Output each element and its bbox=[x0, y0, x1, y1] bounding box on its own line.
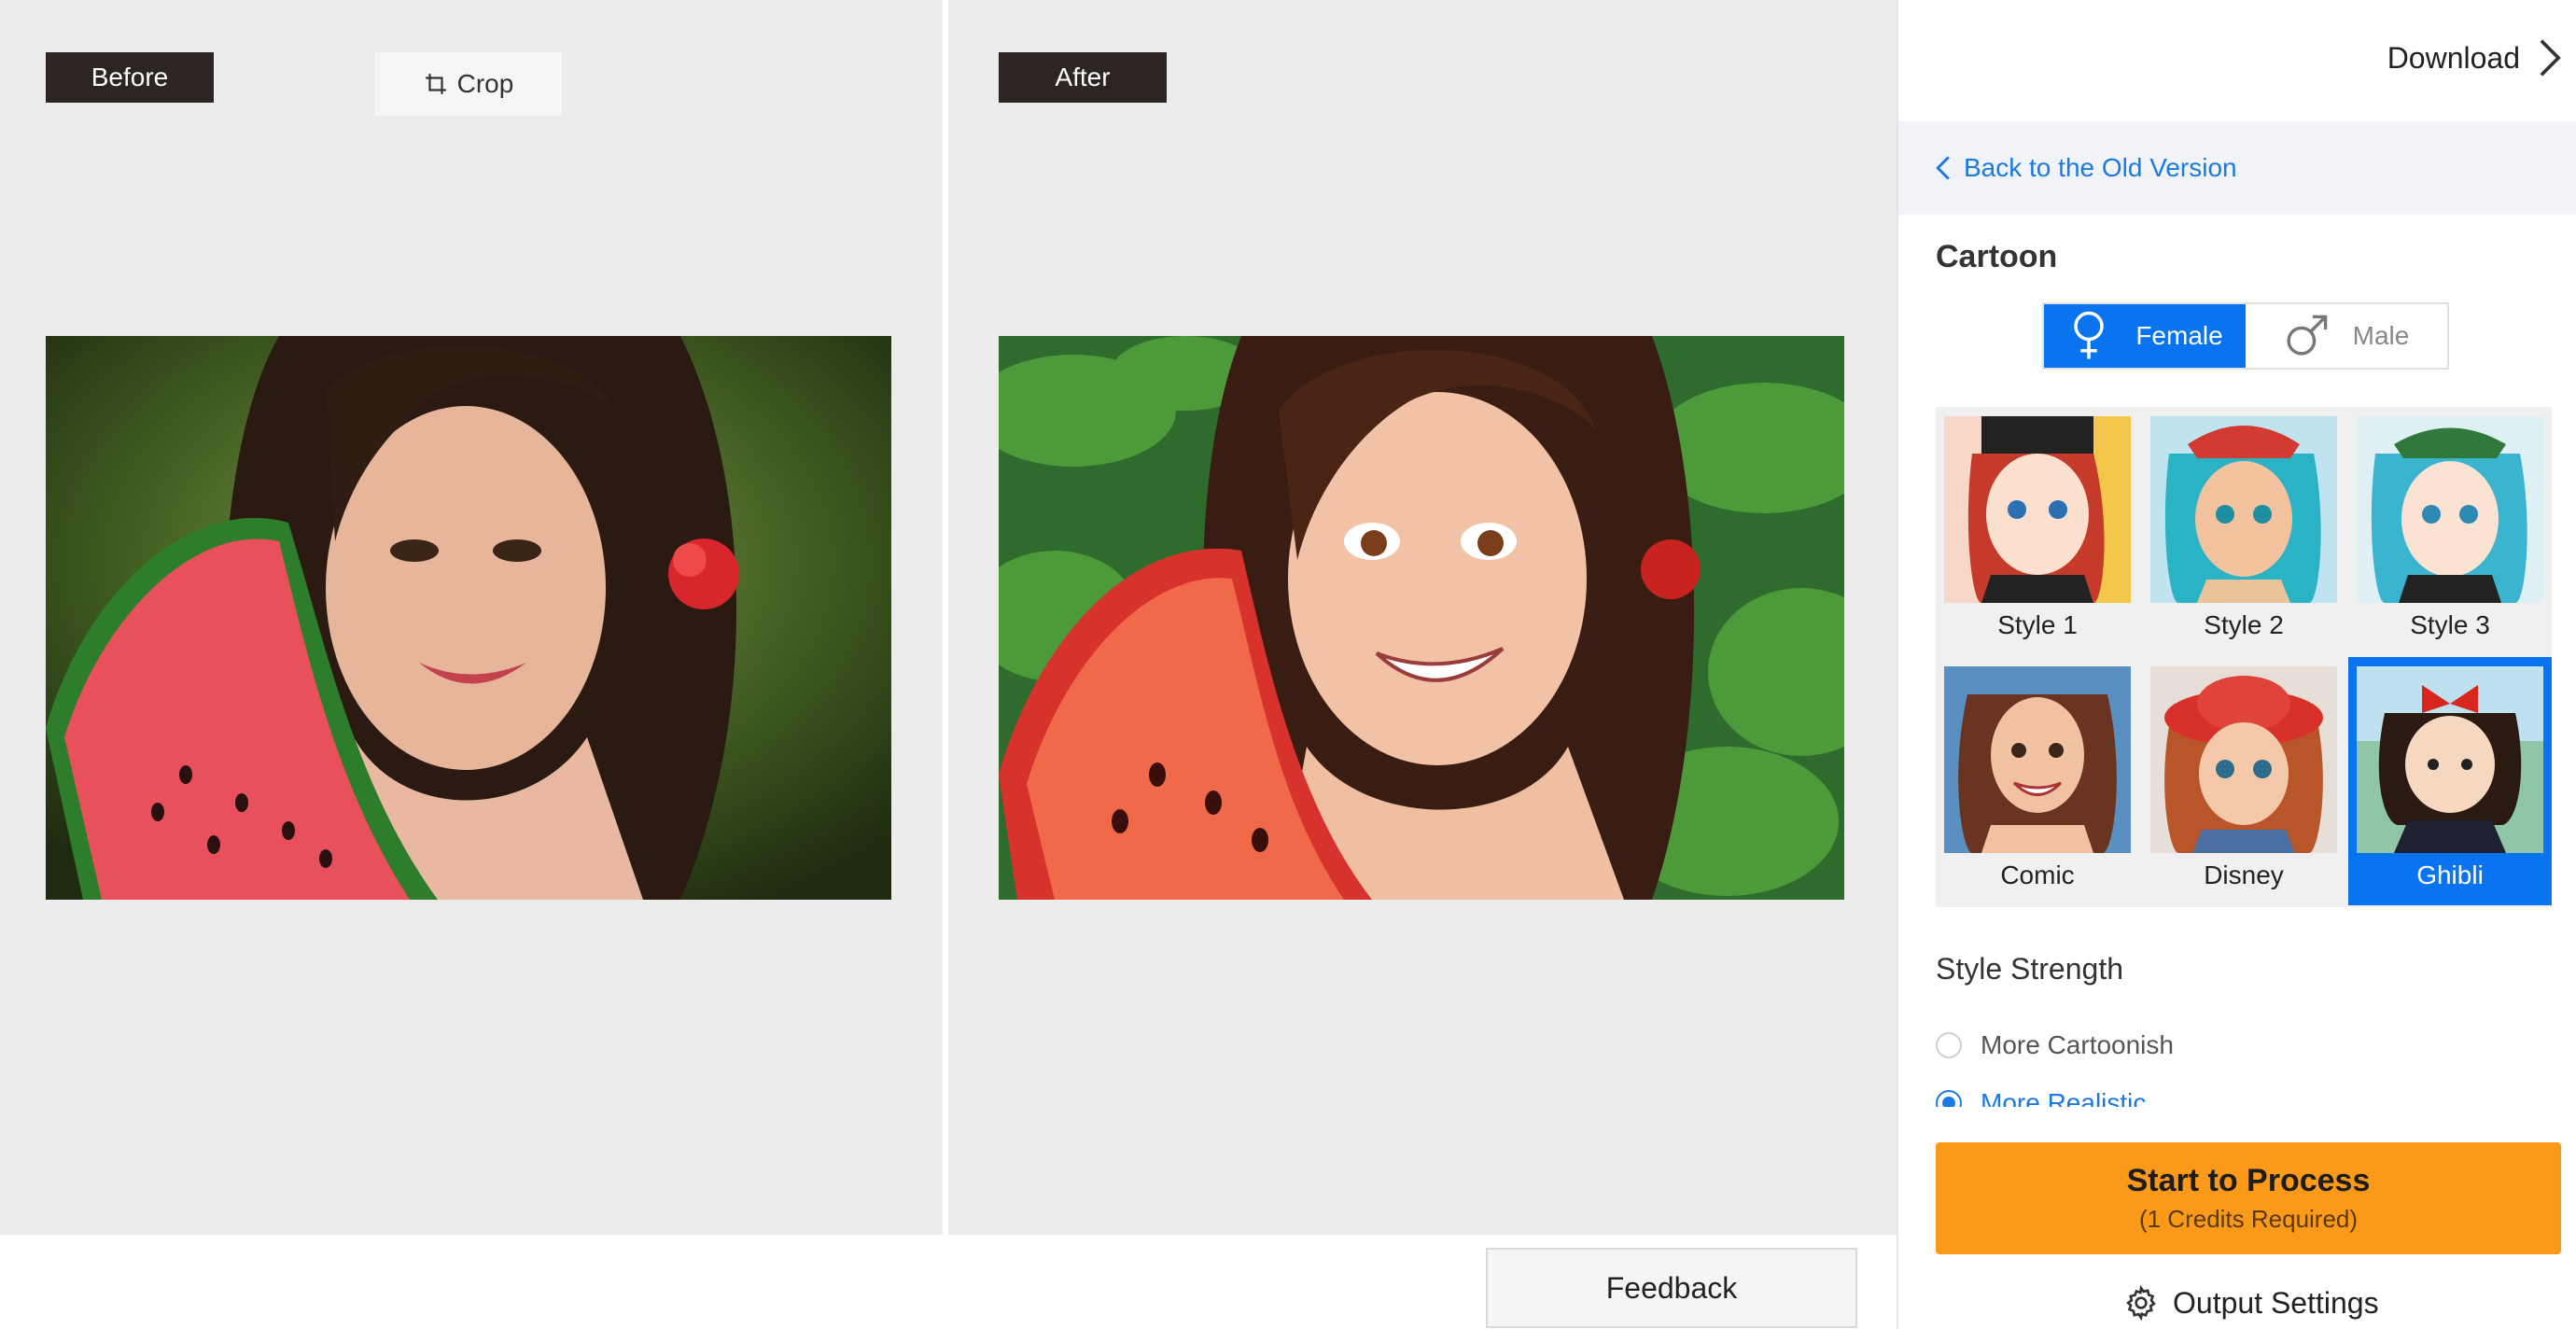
gear-icon bbox=[2126, 1284, 2156, 1322]
disney-label: Disney bbox=[2204, 860, 2284, 889]
style-card-style-3[interactable]: Style 3 bbox=[2348, 407, 2552, 655]
disney-thumbnail bbox=[2150, 666, 2337, 853]
style-card-comic[interactable]: Comic bbox=[1936, 657, 2139, 905]
back-to-old-version-link[interactable]: Back to the Old Version bbox=[1898, 121, 2576, 215]
style-grid: Style 1 Style 2 Style 3 Comic Disney Ghi… bbox=[1936, 407, 2552, 907]
back-label: Back to the Old Version bbox=[1964, 153, 2237, 182]
output-settings-button[interactable]: Output Settings bbox=[2122, 1284, 2379, 1322]
gender-male-option[interactable]: Male bbox=[2246, 304, 2447, 368]
radio-dot bbox=[1936, 1090, 1962, 1107]
style-3-label: Style 3 bbox=[2410, 610, 2490, 639]
ghibli-thumbnail bbox=[2357, 666, 2543, 853]
feedback-button[interactable]: Feedback bbox=[1486, 1248, 1857, 1328]
result-photo bbox=[999, 336, 1844, 900]
female-label: Female bbox=[2135, 321, 2223, 350]
female-icon bbox=[2074, 311, 2105, 359]
radio-dot bbox=[1936, 1032, 1962, 1058]
download-button[interactable]: Download bbox=[2387, 37, 2563, 78]
comic-thumbnail bbox=[1944, 666, 2131, 853]
crop-button[interactable]: Crop bbox=[375, 52, 562, 116]
style-card-disney[interactable]: Disney bbox=[2142, 657, 2345, 905]
chevron-right-icon bbox=[2540, 39, 2561, 77]
style-2-thumbnail bbox=[2150, 416, 2337, 603]
strength-options-scroll[interactable]: More Cartoonish More Realistic bbox=[1898, 933, 2576, 1107]
comic-label: Comic bbox=[2000, 860, 2075, 889]
style-1-thumbnail bbox=[1944, 416, 2131, 603]
process-label: Start to Process bbox=[2126, 1163, 2371, 1198]
section-title: Cartoon bbox=[1936, 239, 2058, 274]
before-tag: Before bbox=[46, 52, 214, 103]
male-icon bbox=[2287, 315, 2327, 356]
radio-more-cartoonish[interactable]: More Cartoonish bbox=[1936, 1030, 2174, 1060]
after-pane: After bbox=[948, 0, 1897, 1235]
more-cartoonish-label: More Cartoonish bbox=[1981, 1030, 2174, 1059]
download-label: Download bbox=[2387, 40, 2520, 75]
style-3-thumbnail bbox=[2357, 416, 2543, 603]
crop-icon bbox=[425, 74, 446, 94]
gender-toggle: Female Male bbox=[2042, 302, 2449, 370]
gender-female-option[interactable]: Female bbox=[2044, 304, 2246, 368]
before-pane: Before Crop bbox=[0, 0, 943, 1235]
style-1-label: Style 1 bbox=[1997, 610, 2078, 639]
start-to-process-button[interactable]: Start to Process (1 Credits Required) bbox=[1936, 1142, 2561, 1254]
male-label: Male bbox=[2352, 321, 2410, 350]
crop-label: Crop bbox=[456, 69, 514, 98]
style-card-style-2[interactable]: Style 2 bbox=[2142, 407, 2345, 655]
more-realistic-label: More Realistic bbox=[1981, 1088, 2147, 1107]
radio-more-realistic[interactable]: More Realistic bbox=[1936, 1088, 2146, 1107]
chevron-left-icon bbox=[1936, 156, 1950, 180]
ghibli-label: Ghibli bbox=[2416, 860, 2484, 889]
output-settings-label: Output Settings bbox=[2173, 1285, 2379, 1320]
after-tag: After bbox=[999, 52, 1167, 103]
credits-required-label: (1 Credits Required) bbox=[2138, 1205, 2359, 1233]
style-2-label: Style 2 bbox=[2204, 610, 2284, 639]
style-card-ghibli[interactable]: Ghibli bbox=[2348, 657, 2552, 905]
style-card-style-1[interactable]: Style 1 bbox=[1936, 407, 2139, 655]
original-photo bbox=[46, 336, 891, 900]
settings-panel: Download Back to the Old Version Cartoon… bbox=[1897, 0, 2576, 1329]
